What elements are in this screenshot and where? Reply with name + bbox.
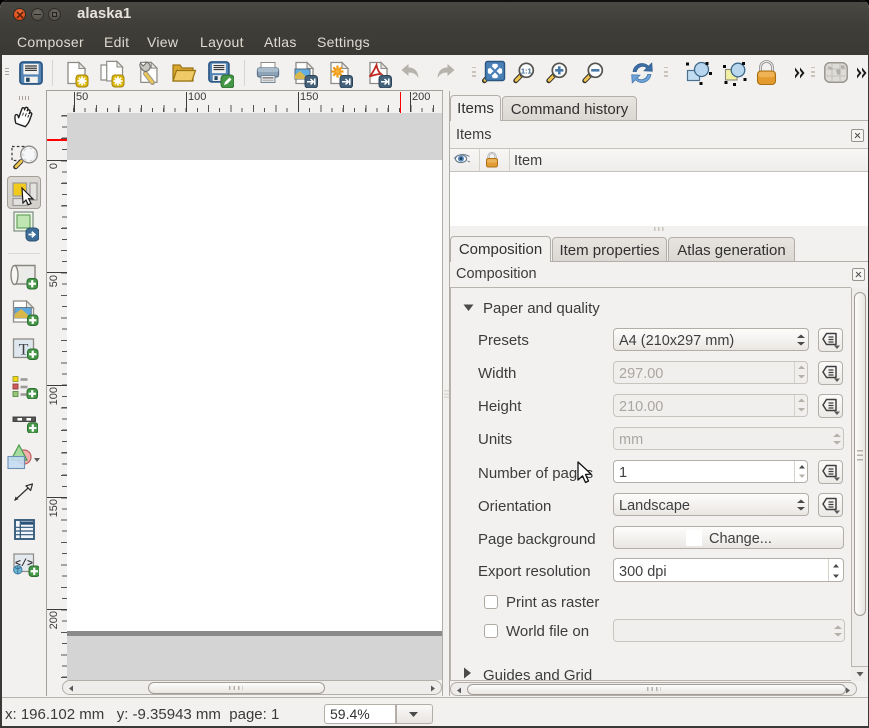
svg-text:1:1: 1:1 <box>521 66 532 75</box>
